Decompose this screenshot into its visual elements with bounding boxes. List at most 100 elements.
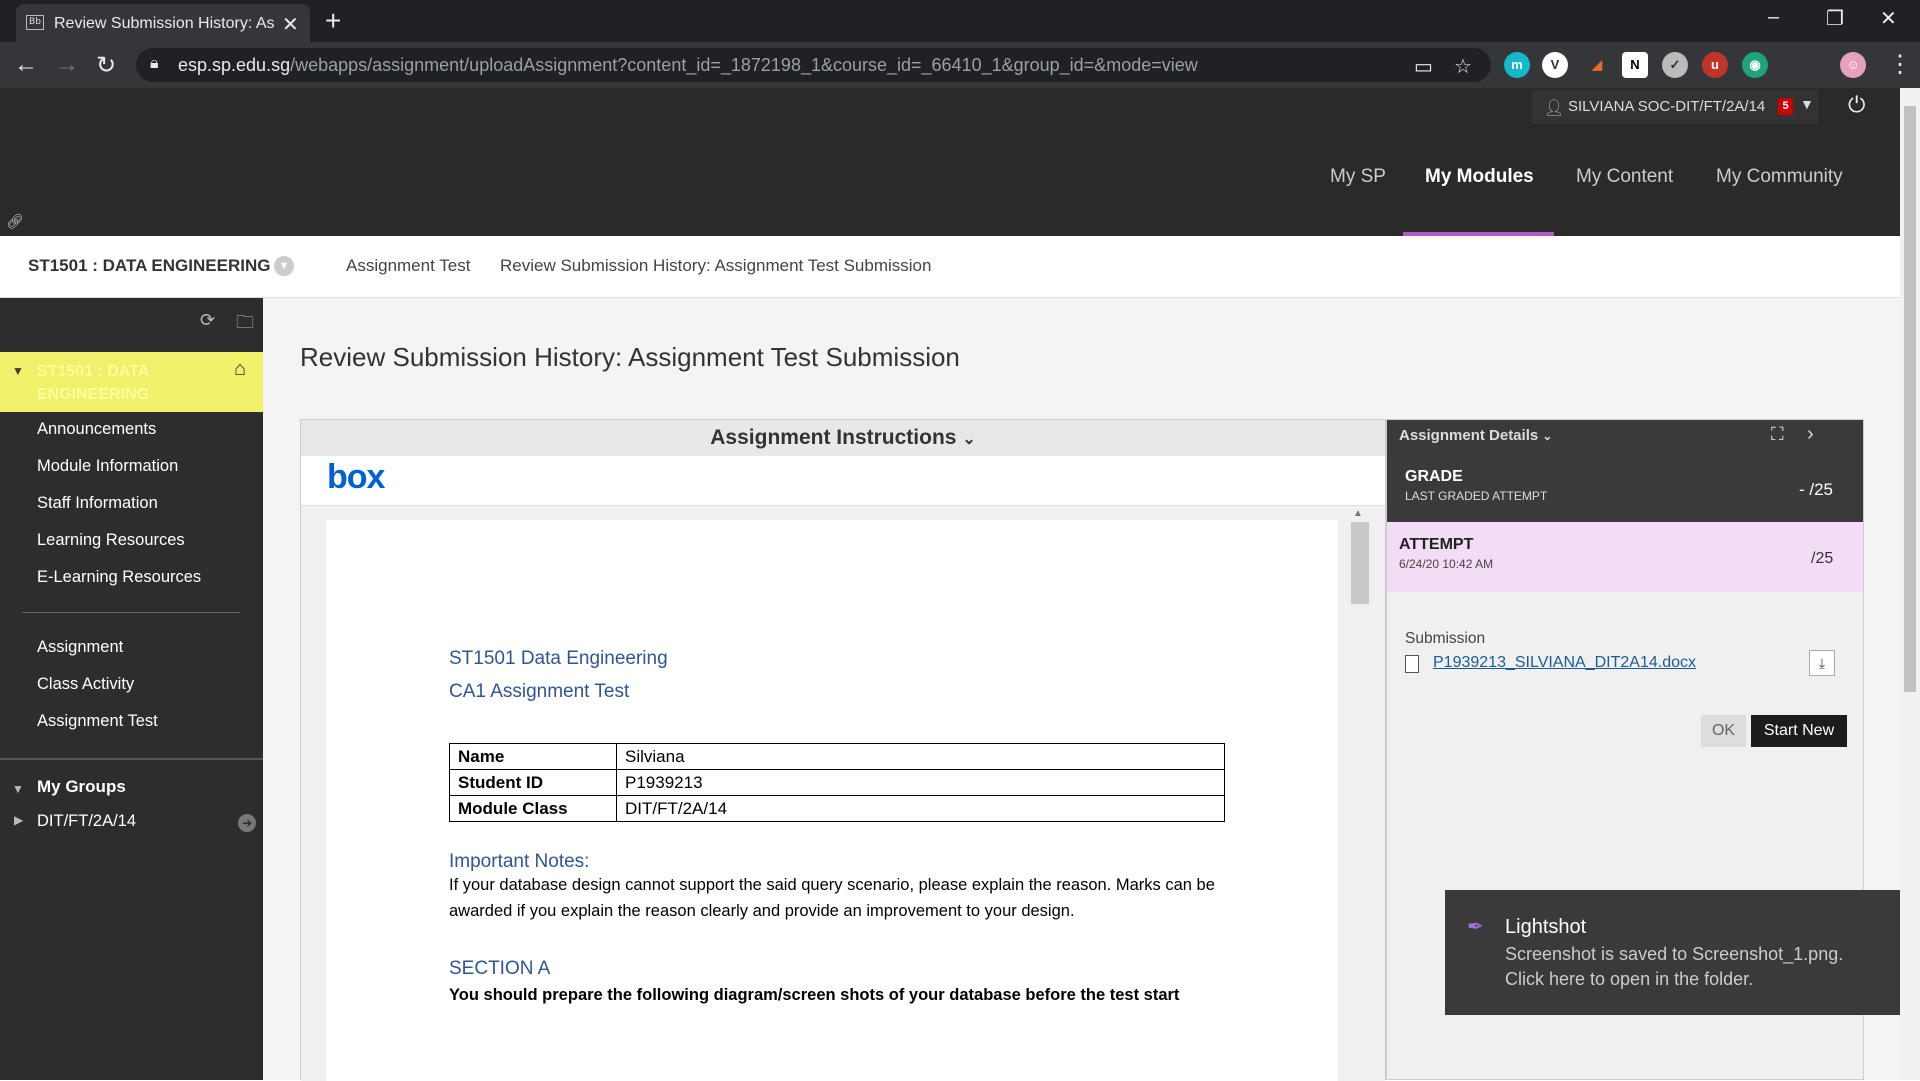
sidebar-item-group[interactable]: DIT/FT/2A/14 — [37, 812, 136, 831]
attempt-label: ATTEMPT — [1399, 536, 1474, 553]
sidebar-item-announcements[interactable]: Announcements — [37, 420, 156, 439]
notes-heading: Important Notes: — [449, 851, 590, 872]
close-tab-icon[interactable]: ✕ — [282, 12, 299, 37]
attempt-value: /25 — [1811, 550, 1834, 567]
page-scrollbar[interactable] — [1900, 88, 1920, 1080]
breadcrumb-course[interactable]: ST1501 : DATA ENGINEERING — [28, 256, 270, 276]
home-icon[interactable]: ⌂ — [234, 358, 246, 381]
table-value: P1939213 — [616, 769, 1225, 796]
instructions-toggle[interactable]: Assignment Instructions ⌄ — [301, 420, 1385, 456]
restore-icon[interactable]: ❐ — [1826, 6, 1844, 31]
cast-icon[interactable]: ▭ — [1414, 54, 1433, 79]
sidebar-item-class-activity[interactable]: Class Activity — [37, 675, 134, 694]
ublock-icon[interactable]: u — [1702, 52, 1728, 78]
expand-icon[interactable]: ⛶ — [1771, 424, 1784, 445]
table-row: Student ID P1939213 — [449, 769, 1225, 796]
toast-title: Lightshot — [1505, 916, 1587, 938]
grade-label: GRADE — [1405, 468, 1463, 485]
nav-my-community[interactable]: My Community — [1716, 166, 1843, 188]
document-viewer[interactable]: ST1501 Data Engineering CA1 Assignment T… — [301, 506, 1385, 1081]
browser-toolbar: ← → ↻ 🔒︎ esp.sp.edu.sg/webapps/assignmen… — [0, 42, 1920, 88]
profile-avatar[interactable]: ☺ — [1840, 52, 1866, 78]
grade-summary: GRADE LAST GRADED ATTEMPT - /25 — [1387, 452, 1863, 522]
reload-icon[interactable]: ↻ — [96, 51, 116, 80]
sidebar-item-learning-resources[interactable]: Learning Resources — [37, 531, 185, 550]
caret-down-icon[interactable]: ▼ — [12, 364, 24, 378]
document-scrollbar[interactable] — [1351, 522, 1369, 604]
refresh-icon[interactable]: ⟳ — [200, 310, 215, 331]
nav-my-sp[interactable]: My SP — [1330, 166, 1386, 188]
table-value: Silviana — [616, 743, 1225, 770]
page-title: Review Submission History: Assignment Te… — [300, 342, 960, 372]
ok-button[interactable]: OK — [1701, 715, 1746, 747]
sidebar-item-assignment-test[interactable]: Assignment Test — [37, 712, 158, 731]
user-name: SILVIANA SOC-DIT/FT/2A/14 — [1568, 98, 1766, 115]
caret-right-icon[interactable]: ▶ — [14, 813, 23, 827]
url-text[interactable]: esp.sp.edu.sg/webapps/assignment/uploadA… — [178, 55, 1198, 76]
sidebar-item-staff-information[interactable]: Staff Information — [37, 494, 158, 513]
details-toggle[interactable]: Assignment Details ⌄ — [1399, 427, 1552, 444]
doc-title: ST1501 Data Engineering — [449, 648, 668, 669]
divider — [22, 612, 240, 613]
new-tab-icon[interactable]: + — [325, 5, 341, 37]
sidebar-item-e-learning-resources[interactable]: E-Learning Resources — [37, 568, 201, 587]
start-new-button[interactable]: Start New — [1751, 715, 1847, 747]
download-icon[interactable]: ⤓ — [1809, 650, 1835, 676]
site-header: 👤︎ SILVIANA SOC-DIT/FT/2A/14 5 ▼ ⏻ My SP… — [0, 88, 1900, 236]
breadcrumb-item[interactable]: Assignment Test — [346, 256, 470, 276]
lock-icon[interactable]: 🔒︎ — [150, 55, 159, 73]
sidebar-item-module-information[interactable]: Module Information — [37, 457, 178, 476]
nav-my-modules[interactable]: My Modules — [1425, 166, 1534, 188]
chevron-right-icon[interactable]: › — [1807, 423, 1814, 446]
folder-icon[interactable]: 🗀 — [236, 310, 254, 340]
user-menu[interactable]: 👤︎ SILVIANA SOC-DIT/FT/2A/14 5 ▼ — [1532, 90, 1818, 124]
forward-icon[interactable]: → — [55, 51, 79, 79]
window-close-icon[interactable]: ✕ — [1880, 6, 1897, 31]
extension-circle-icon[interactable]: ◉ — [1742, 52, 1768, 78]
power-icon[interactable]: ⏻ — [1848, 92, 1865, 118]
table-row: Name Silviana — [449, 743, 1225, 770]
menu-kebab-icon[interactable]: ⋮ — [1888, 50, 1912, 79]
my-groups-heading[interactable]: My Groups — [37, 777, 126, 797]
table-value: DIT/FT/2A/14 — [616, 795, 1225, 822]
bookmark-star-icon[interactable]: ☆ — [1454, 54, 1472, 79]
lightshot-notification[interactable]: ✒ Lightshot Screenshot is saved to Scree… — [1445, 890, 1900, 1015]
nav-my-content[interactable]: My Content — [1576, 166, 1673, 188]
arrow-right-icon[interactable]: ➔ — [238, 814, 256, 832]
details-header: Assignment Details ⌄ ⛶ › — [1387, 420, 1863, 452]
notes-text: If your database design cannot support t… — [449, 876, 1215, 920]
course-title: ST1501 : DATA ENGINEERING — [37, 363, 150, 403]
sidebar-item-assignment[interactable]: Assignment — [37, 638, 123, 657]
caret-down-icon[interactable]: ▼ — [12, 782, 24, 796]
caret-down-icon[interactable]: ▼ — [1800, 96, 1814, 112]
scrollbar-thumb[interactable] — [1904, 106, 1916, 692]
student-info-table: Name Silviana Student ID P1939213 Module C… — [449, 743, 1225, 822]
minimize-icon[interactable]: – — [1768, 6, 1779, 29]
extension-check-icon[interactable]: ✓ — [1662, 52, 1688, 78]
attempt-row[interactable]: ATTEMPT 6/24/20 10:42 AM /25 — [1387, 522, 1863, 592]
back-icon[interactable]: ← — [14, 51, 38, 79]
address-bar[interactable]: 🔒︎ esp.sp.edu.sg/webapps/assignment/uplo… — [136, 48, 1491, 82]
instructions-panel: Assignment Instructions ⌄ box ST1501 Dat… — [300, 419, 1386, 1081]
box-viewer-header: box — [301, 456, 1385, 506]
course-menu-title[interactable]: ▼ ST1501 : DATA ENGINEERING ⌂ — [0, 352, 263, 412]
chevron-down-icon[interactable]: ▼ — [274, 256, 294, 276]
user-icon: 👤︎ — [1544, 100, 1565, 117]
link-icon[interactable]: 🔗︎ — [6, 213, 24, 230]
submission-file-link[interactable]: P1939213_SILVIANA_DIT2A14.docx — [1433, 654, 1696, 672]
breadcrumb-item: Review Submission History: Assignment Te… — [500, 256, 932, 275]
doc-subtitle: CA1 Assignment Test — [449, 681, 630, 702]
document-page: ST1501 Data Engineering CA1 Assignment T… — [326, 520, 1338, 1081]
browser-tab[interactable]: Bb Review Submission History: Assig ✕ — [16, 4, 310, 42]
notion-icon[interactable]: N — [1622, 52, 1648, 78]
submission-label: Submission — [1405, 630, 1486, 647]
tab-title: Review Submission History: Assig — [54, 15, 274, 32]
box-logo: box — [327, 458, 385, 496]
extension-office-icon[interactable]: ◢ — [1584, 52, 1610, 78]
blackboard-favicon-icon: Bb — [26, 15, 44, 30]
extension-v-icon[interactable]: V — [1542, 52, 1568, 78]
grade-value: - /25 — [1799, 480, 1834, 499]
scroll-up-icon[interactable]: ▲ — [1353, 508, 1363, 519]
extension-m-icon[interactable]: m — [1504, 52, 1530, 78]
notification-badge[interactable]: 5 — [1778, 98, 1793, 115]
